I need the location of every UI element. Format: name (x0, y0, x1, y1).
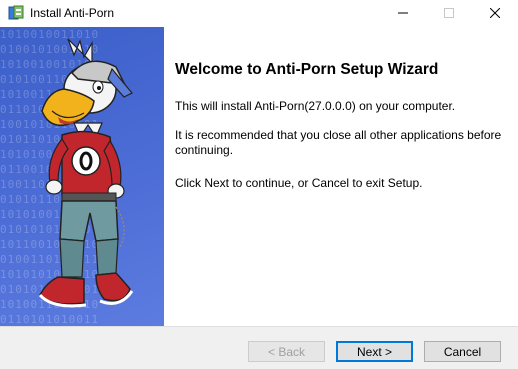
install-info-text: This will install Anti-Porn(27.0.0.0) on… (175, 99, 456, 113)
minimize-button[interactable] (380, 0, 426, 27)
maximize-icon (444, 7, 454, 21)
continue-instructions-text: Click Next to continue, or Cancel to exi… (175, 176, 423, 190)
window-title: Install Anti-Porn (30, 6, 115, 20)
wizard-side-image: 1010010011010 0100101001010 101001001010… (0, 27, 164, 326)
minimize-icon (398, 7, 408, 21)
close-button[interactable] (472, 0, 518, 27)
installer-icon (8, 5, 24, 21)
button-bar: < Back Next > Cancel (0, 326, 518, 369)
cancel-button[interactable]: Cancel (424, 341, 501, 362)
close-apps-text: It is recommended that you close all oth… (175, 128, 502, 157)
maximize-button[interactable] (426, 0, 472, 27)
back-button[interactable]: < Back (248, 341, 325, 362)
next-button[interactable]: Next > (336, 341, 413, 362)
wizard-heading: Welcome to Anti-Porn Setup Wizard (175, 61, 439, 78)
mascot-illustration (38, 38, 134, 308)
close-icon (489, 7, 501, 21)
wizard-content: 1010010011010 0100101001010 101001001010… (0, 27, 518, 326)
title-bar[interactable]: Install Anti-Porn (0, 0, 518, 27)
